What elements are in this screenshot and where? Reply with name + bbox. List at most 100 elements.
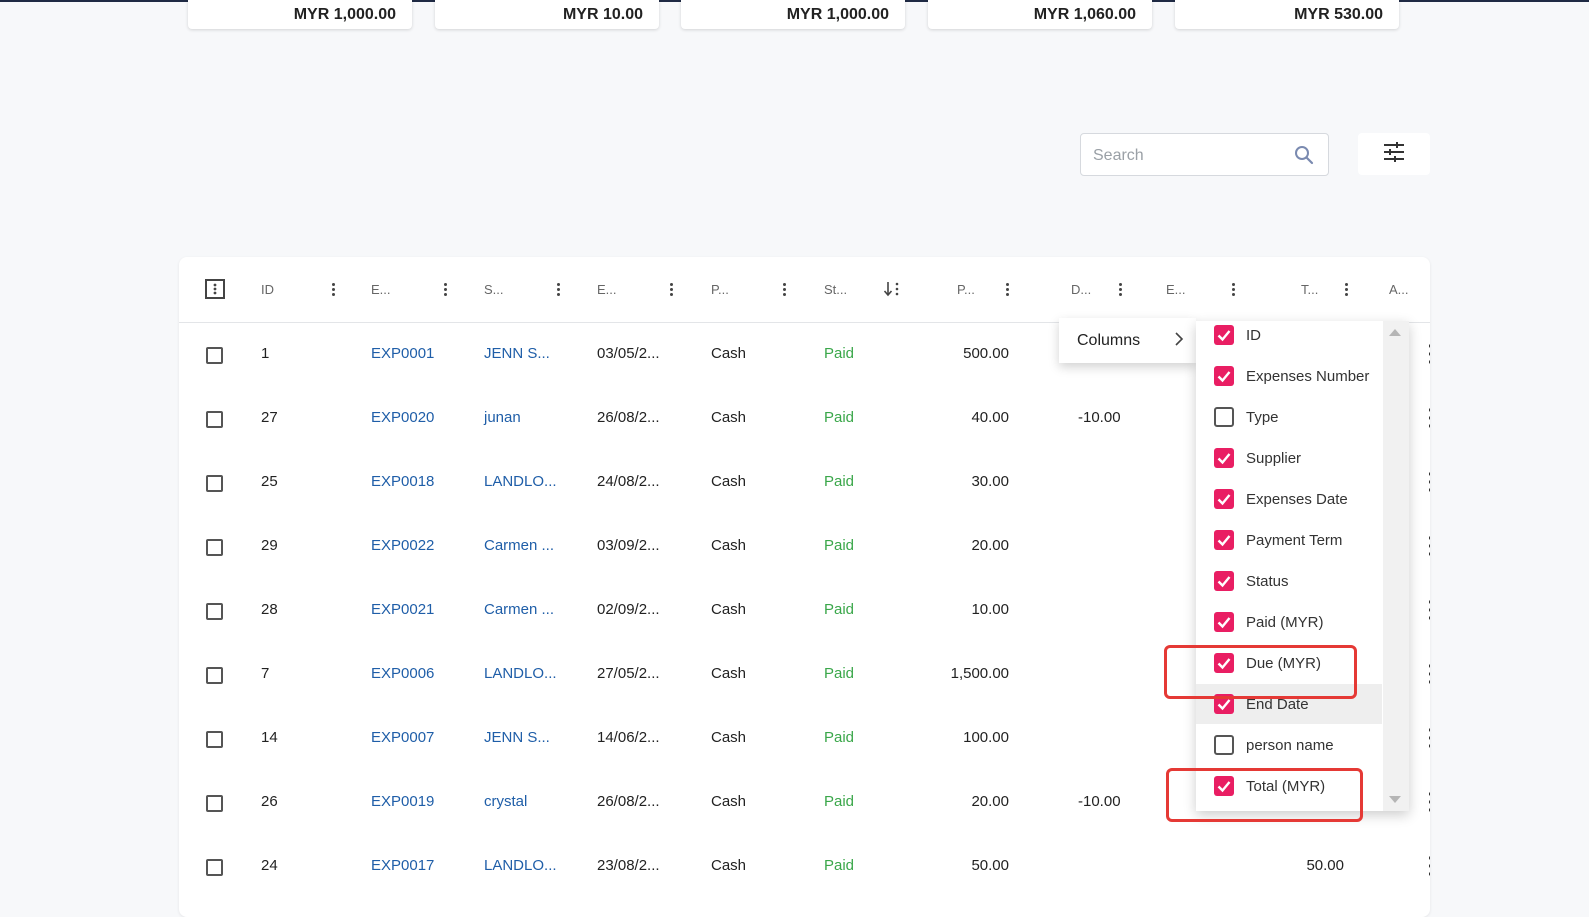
column-toggle-item[interactable]: Expenses Date bbox=[1196, 479, 1382, 519]
header-expenses-number[interactable]: E... bbox=[371, 257, 391, 322]
cell-expenses-number[interactable]: EXP0022 bbox=[371, 514, 434, 577]
scroll-down-icon[interactable] bbox=[1389, 796, 1401, 803]
checkbox-checked-icon[interactable] bbox=[1214, 612, 1234, 632]
column-chooser-icon[interactable] bbox=[205, 279, 225, 304]
cell-expenses-number[interactable]: EXP0020 bbox=[371, 386, 434, 449]
column-menu-icon[interactable] bbox=[1340, 279, 1352, 299]
row-checkbox[interactable] bbox=[206, 539, 223, 556]
cell-supplier[interactable]: LANDLO... bbox=[484, 834, 557, 897]
checkbox-checked-icon[interactable] bbox=[1214, 325, 1234, 345]
column-toggle-item[interactable]: Supplier bbox=[1196, 438, 1382, 478]
search-input[interactable] bbox=[1091, 144, 1285, 168]
header-id[interactable]: ID bbox=[261, 257, 274, 322]
row-actions-icon[interactable] bbox=[1428, 728, 1430, 748]
cell-expenses-number[interactable]: EXP0021 bbox=[371, 578, 434, 641]
header-end-date[interactable]: E... bbox=[1166, 257, 1186, 322]
cell-supplier[interactable]: LANDLO... bbox=[484, 450, 557, 513]
checkbox-checked-icon[interactable] bbox=[1214, 489, 1234, 509]
cell-paid: 50.00 bbox=[971, 857, 1009, 874]
cell-expenses-number[interactable]: EXP0017 bbox=[371, 834, 434, 897]
header-payment-term[interactable]: P... bbox=[711, 257, 729, 322]
cell-expenses-number[interactable]: EXP0018 bbox=[371, 450, 434, 513]
checkbox-unchecked-icon[interactable] bbox=[1214, 407, 1234, 427]
row-actions-icon[interactable] bbox=[1428, 664, 1430, 684]
cell-expenses-date: 02/09/2... bbox=[597, 601, 660, 618]
row-checkbox[interactable] bbox=[206, 411, 223, 428]
summary-card: MYR 530.00 bbox=[1175, 0, 1399, 29]
row-checkbox[interactable] bbox=[206, 347, 223, 364]
row-checkbox[interactable] bbox=[206, 795, 223, 812]
column-menu-icon[interactable] bbox=[327, 279, 339, 299]
column-toggle-item[interactable]: Expenses Number bbox=[1196, 356, 1382, 396]
column-toggle-item[interactable]: Status bbox=[1196, 561, 1382, 601]
cell-supplier[interactable]: JENN S... bbox=[484, 322, 550, 385]
checkbox-checked-icon[interactable] bbox=[1214, 366, 1234, 386]
column-toggle-item[interactable]: Paid (MYR) bbox=[1196, 602, 1382, 642]
column-toggle-label: Status bbox=[1246, 572, 1289, 590]
column-menu-icon[interactable] bbox=[1227, 279, 1239, 299]
row-actions-icon[interactable] bbox=[1428, 536, 1430, 556]
cell-expenses-number[interactable]: EXP0019 bbox=[371, 770, 434, 833]
cell-id: 14 bbox=[261, 729, 278, 746]
column-menu-icon[interactable] bbox=[665, 279, 677, 299]
column-menu-icon[interactable] bbox=[1001, 279, 1013, 299]
column-toggle-label: Payment Term bbox=[1246, 531, 1343, 549]
column-toggle-label: Type bbox=[1246, 408, 1279, 426]
column-toggle-item[interactable]: Payment Term bbox=[1196, 520, 1382, 560]
row-actions-icon[interactable] bbox=[1428, 344, 1430, 364]
cell-supplier[interactable]: Carmen ... bbox=[484, 514, 554, 577]
search-icon[interactable] bbox=[1294, 145, 1314, 170]
cell-id: 25 bbox=[261, 473, 278, 490]
cell-expenses-date: 26/08/2... bbox=[597, 793, 660, 810]
checkbox-unchecked-icon[interactable] bbox=[1214, 735, 1234, 755]
scrollbar[interactable] bbox=[1383, 321, 1409, 811]
row-checkbox[interactable] bbox=[206, 859, 223, 876]
cell-status: Paid bbox=[824, 857, 855, 874]
column-toggle-item[interactable]: ID bbox=[1196, 321, 1382, 355]
cell-supplier[interactable]: JENN S... bbox=[484, 706, 550, 769]
row-checkbox[interactable] bbox=[206, 731, 223, 748]
row-checkbox[interactable] bbox=[206, 603, 223, 620]
column-menu-icon[interactable] bbox=[1114, 279, 1126, 299]
cell-status: Paid bbox=[824, 409, 855, 426]
header-supplier[interactable]: S... bbox=[484, 257, 504, 322]
cell-expenses-number[interactable]: EXP0007 bbox=[371, 706, 434, 769]
column-toggle-item[interactable]: person name bbox=[1196, 725, 1382, 765]
column-menu-icon[interactable] bbox=[778, 279, 790, 299]
scrollbar-thumb[interactable] bbox=[1383, 321, 1409, 811]
checkbox-checked-icon[interactable] bbox=[1214, 530, 1234, 550]
row-actions-icon[interactable] bbox=[1428, 856, 1430, 876]
scroll-up-icon[interactable] bbox=[1389, 329, 1401, 336]
row-actions-icon[interactable] bbox=[1428, 600, 1430, 620]
checkbox-checked-icon[interactable] bbox=[1214, 571, 1234, 591]
cell-expenses-number[interactable]: EXP0006 bbox=[371, 642, 434, 705]
cell-expenses-number[interactable]: EXP0001 bbox=[371, 322, 434, 385]
checkbox-checked-icon[interactable] bbox=[1214, 448, 1234, 468]
column-menu-icon[interactable] bbox=[439, 279, 451, 299]
row-actions-icon[interactable] bbox=[1428, 792, 1430, 812]
cell-id: 7 bbox=[261, 665, 270, 682]
header-paid[interactable]: P... bbox=[957, 257, 975, 322]
column-toggle-item[interactable]: Type bbox=[1196, 397, 1382, 437]
cell-supplier[interactable]: Carmen ... bbox=[484, 578, 554, 641]
row-actions-icon[interactable] bbox=[1428, 472, 1430, 492]
row-actions-icon[interactable] bbox=[1428, 408, 1430, 428]
row-checkbox[interactable] bbox=[206, 475, 223, 492]
row-checkbox[interactable] bbox=[206, 667, 223, 684]
cell-supplier[interactable]: crystal bbox=[484, 770, 527, 833]
header-actions[interactable]: A... bbox=[1389, 257, 1409, 322]
cell-expenses-date: 27/05/2... bbox=[597, 665, 660, 682]
cell-supplier[interactable]: LANDLO... bbox=[484, 642, 557, 705]
table-row[interactable]: 24 EXP0017 LANDLO... 23/08/2... Cash Pai… bbox=[179, 834, 1430, 897]
header-expenses-date[interactable]: E... bbox=[597, 257, 617, 322]
header-due[interactable]: D... bbox=[1071, 257, 1091, 322]
cell-id: 27 bbox=[261, 409, 278, 426]
header-status[interactable]: St... bbox=[824, 257, 847, 322]
column-menu-icon[interactable] bbox=[552, 279, 564, 299]
cell-expenses-date: 23/08/2... bbox=[597, 857, 660, 874]
sort-desc-icon[interactable] bbox=[883, 281, 901, 302]
columns-menu-item[interactable]: Columns bbox=[1059, 318, 1196, 363]
header-total[interactable]: T... bbox=[1301, 257, 1318, 322]
cell-supplier[interactable]: junan bbox=[484, 386, 521, 449]
column-settings-button[interactable] bbox=[1358, 133, 1430, 175]
